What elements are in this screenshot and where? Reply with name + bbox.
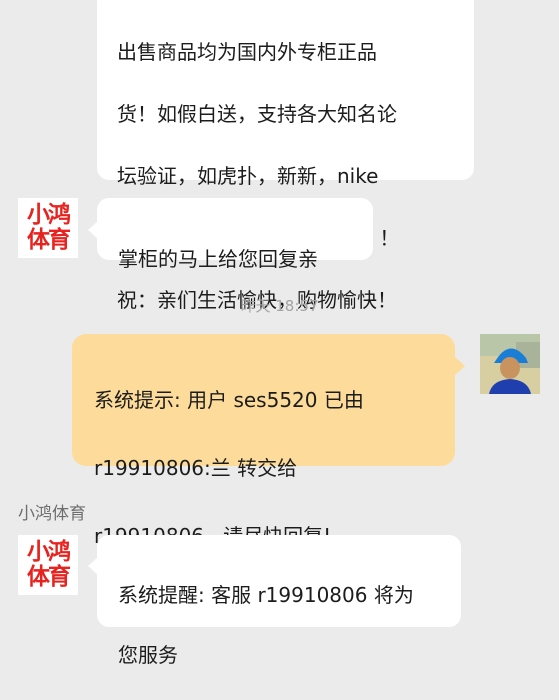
message-text: 掌柜的马上给您回复亲	[118, 247, 318, 271]
message-line: 坛验证，如虎扑，新新，nike	[117, 164, 379, 188]
message-line: 货！如假白送，支持各大知名论	[117, 102, 397, 126]
user-photo-icon	[480, 334, 540, 394]
shop-avatar[interactable]: 小鸿 体育	[18, 535, 78, 595]
message-line: 系统提醒: 客服 r19910806 将为	[118, 583, 414, 607]
message-bubble-intro[interactable]: 出售商品均为国内外专柜正品 货！如假白送，支持各大知名论 坛验证，如虎扑，新新，…	[97, 0, 474, 312]
shop-avatar-line2: 体育	[27, 227, 71, 253]
bubble-tail	[455, 357, 465, 375]
message-line: r19910806:兰 转交给	[94, 456, 298, 480]
user-avatar[interactable]	[480, 334, 540, 394]
shop-avatar[interactable]: 小鸿 体育	[18, 198, 78, 258]
shop-avatar-line2: 体育	[27, 564, 71, 590]
message-bubble-system-transfer[interactable]: 系统提示: 用户 ses5520 已由 r19910806:兰 转交给 r199…	[72, 334, 455, 548]
timestamp: 昨天 18:57	[240, 297, 319, 315]
shop-avatar-line1: 小鸿	[27, 202, 71, 228]
message-line: 系统提示: 用户 ses5520 已由	[94, 388, 364, 412]
shop-avatar-line1: 小鸿	[27, 539, 71, 565]
message-bubble-reply-soon[interactable]: 掌柜的马上给您回复亲	[97, 198, 373, 271]
message-line: 出售商品均为国内外专柜正品	[117, 40, 377, 64]
message-line: 您服务	[118, 643, 178, 667]
sender-name: 小鸿体育	[18, 504, 86, 524]
message-bubble-system-reminder[interactable]: 系统提醒: 客服 r19910806 将为 您服务	[97, 535, 461, 667]
